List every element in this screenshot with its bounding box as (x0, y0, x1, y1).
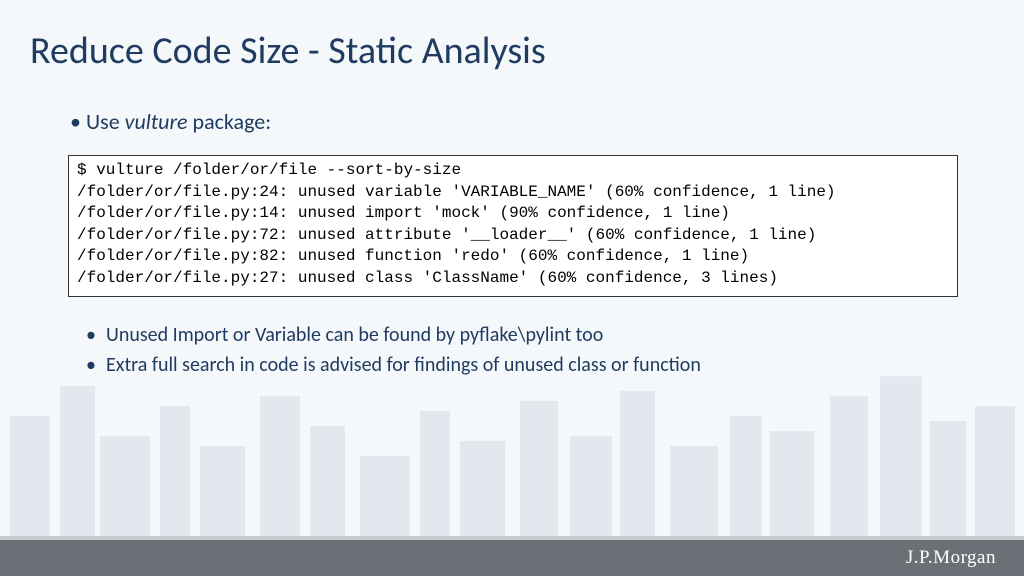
bullet-use-vulture: Use vulture package: (86, 108, 271, 135)
code-block: $ vulture /folder/or/file --sort-by-size… (68, 155, 958, 297)
code-line-3: /folder/or/file.py:14: unused import 'mo… (77, 204, 730, 222)
text-vulture: vulture (125, 108, 188, 135)
code-line-6: /folder/or/file.py:27: unused class 'Cla… (77, 269, 778, 287)
text-use-suffix: package: (188, 108, 272, 135)
note-full-search: Extra full search in code is advised for… (106, 350, 701, 380)
note-pyflake: Unused Import or Variable can be found b… (106, 320, 701, 350)
footer-bar: J.P.Morgan (0, 536, 1024, 576)
notes-list: Unused Import or Variable can be found b… (106, 320, 701, 380)
code-line-5: /folder/or/file.py:82: unused function '… (77, 247, 749, 265)
code-line-1: $ vulture /folder/or/file --sort-by-size (77, 161, 461, 179)
code-line-4: /folder/or/file.py:72: unused attribute … (77, 226, 816, 244)
code-line-2: /folder/or/file.py:24: unused variable '… (77, 183, 836, 201)
slide-title: Reduce Code Size - Static Analysis (30, 28, 546, 74)
text-use-prefix: Use (86, 108, 125, 135)
jpmorgan-logo: J.P.Morgan (906, 547, 996, 569)
